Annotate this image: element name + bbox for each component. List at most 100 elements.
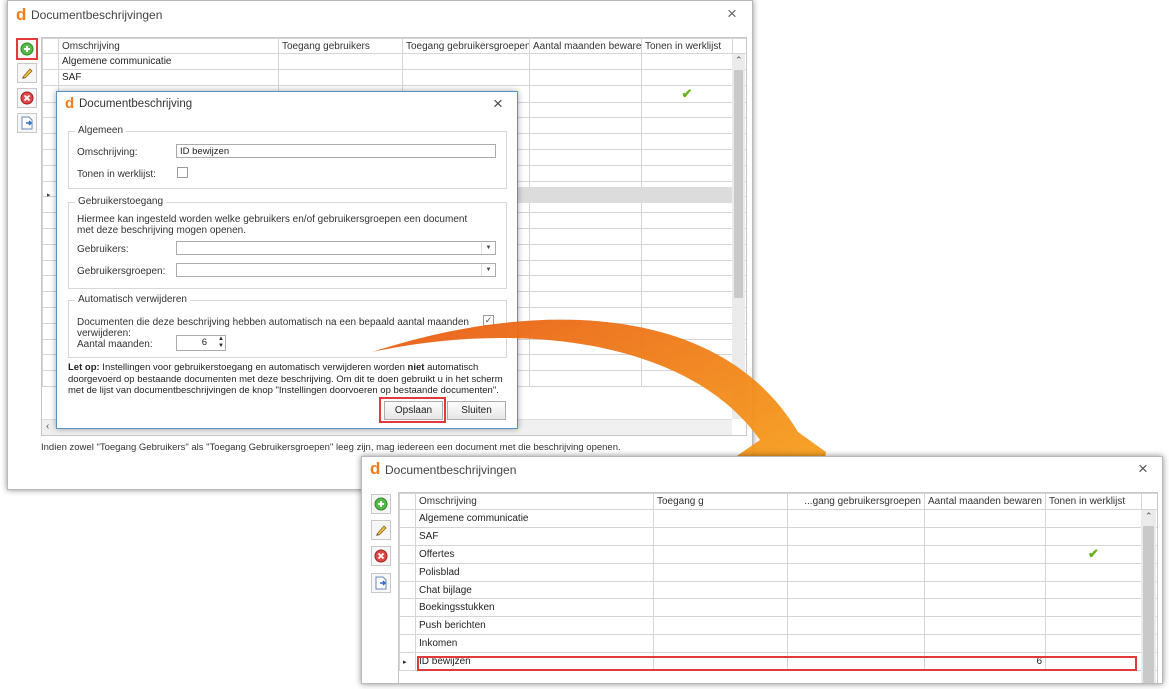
cell-aantal-maanden[interactable]	[924, 544, 1046, 564]
grid-cell[interactable]	[529, 227, 642, 245]
scroll-thumb[interactable]	[734, 70, 743, 298]
cell-tonen-werklijst[interactable]	[641, 68, 733, 86]
maanden-spinner[interactable]: 6 ▲ ▼	[176, 335, 226, 351]
cell-tonen-werklijst[interactable]	[641, 354, 733, 372]
table-row[interactable]: SAF	[399, 526, 1157, 546]
dialog-close-icon[interactable]: ×	[493, 94, 503, 114]
table-row[interactable]: Offertes ✔	[399, 544, 1157, 564]
cell-tonen-werklijst[interactable]	[641, 243, 733, 261]
table-row[interactable]: Polisblad	[399, 562, 1157, 582]
cell-omschrijving[interactable]: Push berichten	[415, 616, 654, 636]
cell-omschrijving[interactable]: Algemene communicatie	[415, 509, 654, 528]
front-col-tonen-werklijst[interactable]: Tonen in werklijst	[1045, 493, 1142, 510]
table-row[interactable]: Algemene communicatie	[399, 509, 1157, 528]
cell-tonen-werklijst[interactable]	[1045, 509, 1142, 528]
table-row[interactable]: Boekingsstukken	[399, 598, 1157, 618]
grid-cell[interactable]	[529, 133, 642, 150]
col-tonen-werklijst[interactable]: Tonen in werklijst	[641, 38, 733, 54]
grid-cell[interactable]	[529, 306, 642, 324]
col-toegang-groepen[interactable]: Toegang gebruikersgroepen	[402, 38, 530, 54]
chevron-down-icon[interactable]: ▼	[481, 264, 495, 276]
cell-omschrijving[interactable]: Algemene communicatie	[58, 53, 279, 70]
cell-tonen-werklijst[interactable]	[641, 133, 733, 150]
front-col-aantal-maanden[interactable]: Aantal maanden bewaren	[924, 493, 1046, 510]
cell-omschrijving[interactable]: SAF	[415, 526, 654, 546]
grid-cell[interactable]	[529, 117, 642, 135]
grid-cell[interactable]	[529, 68, 642, 86]
export-button[interactable]	[17, 113, 37, 133]
cell-tonen-werklijst[interactable]	[641, 370, 733, 387]
grid-cell[interactable]	[529, 84, 642, 103]
col-aantal-maanden[interactable]: Aantal maanden bewaren	[529, 38, 642, 54]
cell-omschrijving[interactable]: Inkomen	[415, 634, 654, 654]
cell-tonen-werklijst[interactable]	[641, 322, 733, 340]
grid-cell[interactable]	[529, 322, 642, 340]
grid-cell[interactable]	[278, 68, 403, 86]
cell-aantal-maanden[interactable]	[924, 526, 1046, 546]
add-button[interactable]	[16, 38, 38, 60]
auto-delete-checkbox[interactable]: ✓	[483, 315, 494, 326]
cell-omschrijving[interactable]: Chat bijlage	[415, 580, 654, 600]
cell-tonen-werklijst[interactable]	[641, 101, 733, 119]
grid-cell[interactable]	[529, 212, 642, 229]
grid-cell[interactable]	[529, 53, 642, 70]
cell-tonen-werklijst[interactable]: ✔	[641, 84, 733, 103]
cell-tonen-werklijst[interactable]	[641, 306, 733, 324]
front-scroll-up-icon[interactable]: ⌃	[1145, 511, 1153, 522]
grid-cell[interactable]	[787, 509, 925, 528]
grid-cell[interactable]	[787, 562, 925, 582]
front-col-omschrijving[interactable]: Omschrijving	[415, 493, 654, 510]
cell-tonen-werklijst[interactable]	[641, 212, 733, 229]
grid-cell[interactable]	[653, 544, 788, 564]
cell-tonen-werklijst[interactable]	[641, 275, 733, 293]
grid-cell[interactable]	[529, 164, 642, 182]
grid-cell[interactable]	[529, 275, 642, 293]
omschrijving-input[interactable]: ID bewijzen	[176, 144, 496, 158]
cell-tonen-werklijst[interactable]	[641, 117, 733, 135]
cell-tonen-werklijst[interactable]	[1045, 634, 1142, 654]
close-icon[interactable]: ×	[727, 4, 737, 24]
grid-cell[interactable]	[653, 598, 788, 618]
front-col-toegang-gebruikers[interactable]: Toegang g	[653, 493, 788, 510]
grid-cell[interactable]	[653, 526, 788, 546]
grid-cell[interactable]	[529, 243, 642, 261]
grid-cell[interactable]	[653, 509, 788, 528]
edit-button[interactable]	[17, 63, 37, 83]
cell-tonen-werklijst[interactable]	[1045, 598, 1142, 618]
cell-tonen-werklijst[interactable]	[641, 164, 733, 182]
grid-cell[interactable]	[529, 291, 642, 308]
chevron-down-icon[interactable]: ▼	[481, 242, 495, 254]
spin-down-icon[interactable]: ▼	[218, 343, 224, 350]
cell-tonen-werklijst[interactable]	[641, 338, 733, 356]
grid-cell[interactable]	[529, 259, 642, 277]
front-delete-button[interactable]	[371, 546, 391, 566]
cell-tonen-werklijst[interactable]	[1045, 616, 1142, 636]
grid-cell[interactable]	[653, 634, 788, 654]
grid-cell[interactable]	[402, 53, 530, 70]
grid-cell[interactable]	[653, 562, 788, 582]
grid-cell[interactable]	[787, 616, 925, 636]
grid-cell[interactable]	[787, 544, 925, 564]
grid-cell[interactable]	[787, 634, 925, 654]
close-button[interactable]: Sluiten	[447, 401, 506, 420]
grid-cell[interactable]	[529, 354, 642, 372]
cell-omschrijving[interactable]: Polisblad	[415, 562, 654, 582]
cell-tonen-werklijst[interactable]: ✔	[1045, 544, 1142, 564]
cell-aantal-maanden[interactable]	[924, 598, 1046, 618]
grid-cell[interactable]	[529, 338, 642, 356]
table-row[interactable]: Algemene communicatie	[42, 53, 746, 70]
cell-aantal-maanden[interactable]	[924, 580, 1046, 600]
grid-cell[interactable]	[787, 526, 925, 546]
cell-omschrijving[interactable]: SAF	[58, 68, 279, 86]
cell-tonen-werklijst[interactable]	[641, 227, 733, 245]
front-add-button[interactable]	[371, 494, 391, 514]
scroll-down-icon[interactable]: ⌄	[735, 406, 743, 417]
front-vertical-scrollbar[interactable]: ⌃	[1141, 510, 1156, 683]
grid-cell[interactable]	[653, 580, 788, 600]
cell-tonen-werklijst[interactable]	[1045, 580, 1142, 600]
delete-button[interactable]	[17, 88, 37, 108]
vertical-scrollbar[interactable]: ⌃ ⌄	[732, 54, 745, 419]
cell-tonen-werklijst[interactable]	[641, 148, 733, 166]
front-scroll-thumb[interactable]	[1143, 526, 1154, 683]
grid-cell[interactable]	[402, 68, 530, 86]
